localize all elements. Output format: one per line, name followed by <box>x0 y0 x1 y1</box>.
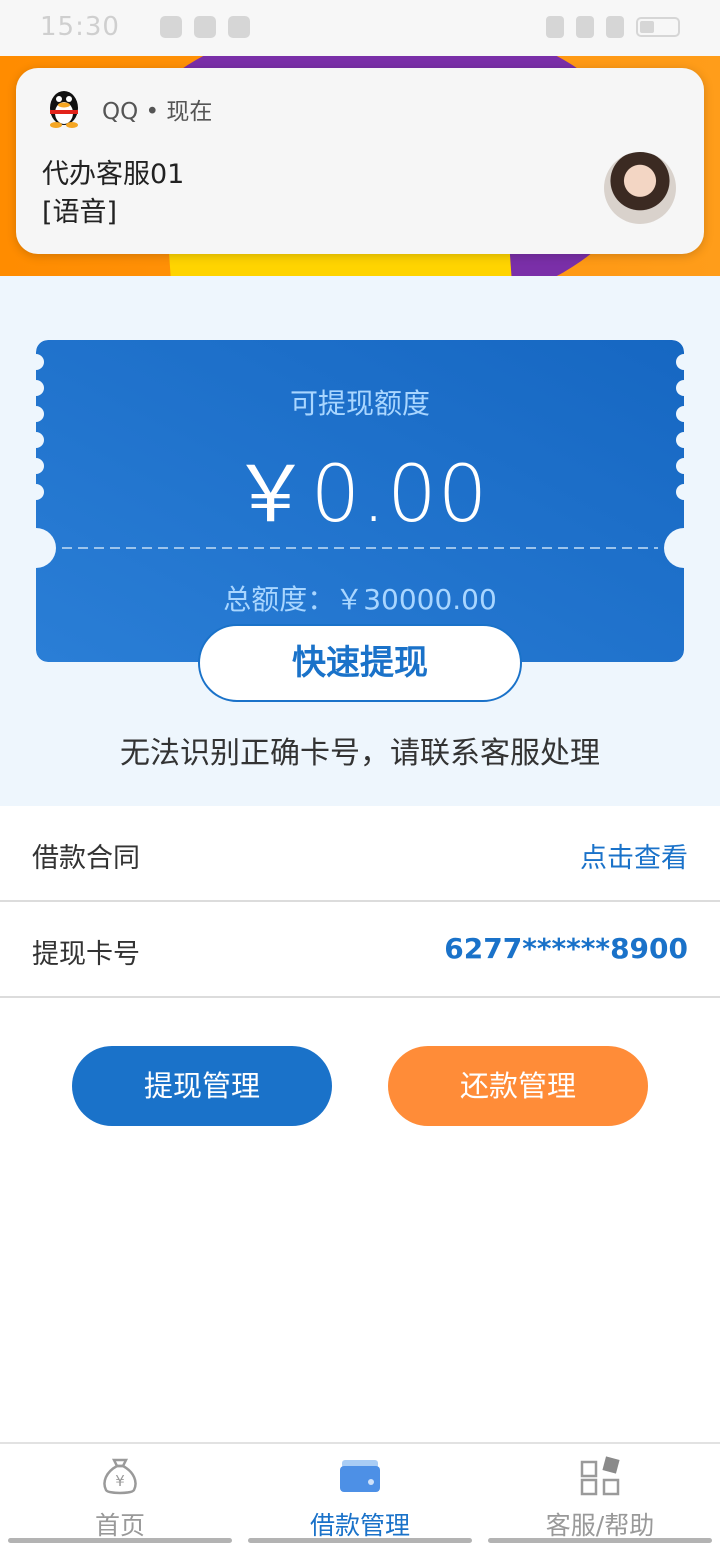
qq-status-icon <box>194 16 216 38</box>
tab-service-help[interactable]: 客服/帮助 <box>480 1444 720 1544</box>
notification-message: [语音] <box>42 197 118 228</box>
calendar-icon <box>228 16 250 38</box>
tab-loan-manage[interactable]: 借款管理 <box>240 1444 480 1544</box>
withdraw-manage-button[interactable]: 提现管理 <box>72 1046 332 1126</box>
notification-icon <box>160 16 182 38</box>
quick-withdraw-button[interactable]: 快速提现 <box>198 624 522 702</box>
total-amount-line: 总额度：￥30000.00 <box>36 578 684 618</box>
svg-text:¥: ¥ <box>115 1472 125 1490</box>
notification-separator: • <box>145 99 160 125</box>
available-amount-label: 可提现额度 <box>289 387 430 420</box>
tab-indicator <box>488 1538 712 1543</box>
loan-contract-row[interactable]: 借款合同 点击查看 <box>0 806 720 902</box>
tab-home[interactable]: ¥ 首页 <box>0 1444 240 1544</box>
tab-indicator <box>8 1538 232 1543</box>
card-icon <box>340 1460 380 1492</box>
qq-notification[interactable]: QQ • 现在 代办客服01 [语音] <box>16 68 704 254</box>
status-notification-icons <box>160 16 250 38</box>
withdraw-card-label: 提现卡号 <box>32 939 140 970</box>
withdraw-card-row: 提现卡号 6277******8900 <box>0 902 720 998</box>
bottom-tab-bar: ¥ 首页 借款管理 客服/帮助 <box>0 1442 720 1544</box>
money-bag-icon: ¥ <box>103 1458 137 1495</box>
notification-app-name: QQ <box>102 99 139 125</box>
notification-time: 现在 <box>166 99 213 125</box>
grid-icon <box>580 1456 620 1496</box>
loan-contract-label: 借款合同 <box>32 843 140 874</box>
tab-loan-manage-label: 借款管理 <box>309 1511 410 1540</box>
status-bar: 15:30 <box>0 0 720 56</box>
notification-app-line: QQ • 现在 <box>102 92 212 126</box>
notification-sender: 代办客服01 <box>42 159 185 190</box>
wifi-icon <box>606 16 624 38</box>
tab-service-help-label: 客服/帮助 <box>545 1511 655 1540</box>
withdraw-card-number: 6277******8900 <box>444 932 688 965</box>
repay-manage-button[interactable]: 还款管理 <box>388 1046 648 1126</box>
view-contract-link[interactable]: 点击查看 <box>580 836 688 875</box>
status-system-icons <box>546 16 680 38</box>
sender-avatar <box>604 152 676 224</box>
tab-home-label: 首页 <box>94 1511 145 1540</box>
withdraw-card: 可提现额度 ￥0.00 总额度：￥30000.00 <box>36 340 684 662</box>
available-amount: ￥0.00 <box>231 450 489 540</box>
status-time: 15:30 <box>40 12 120 42</box>
bluetooth-icon <box>546 16 564 38</box>
warning-text: 无法识别正确卡号，请联系客服处理 <box>120 736 600 771</box>
battery-icon <box>636 17 680 37</box>
total-amount-label: 总额度： <box>223 583 336 616</box>
qq-penguin-icon <box>50 91 78 128</box>
total-amount-value: ￥30000.00 <box>335 583 497 616</box>
vibrate-icon <box>576 16 594 38</box>
tab-indicator <box>248 1538 472 1543</box>
